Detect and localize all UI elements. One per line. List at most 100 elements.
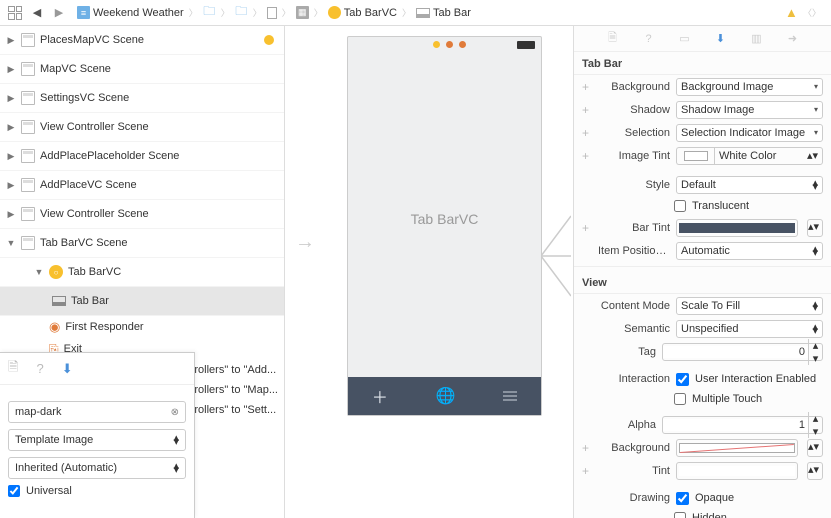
attributes-inspector-icon[interactable]: ⬇ bbox=[713, 31, 729, 47]
forward-button: ▶ bbox=[50, 4, 68, 22]
item-positioning-select[interactable]: Automatic▴▾ bbox=[676, 242, 823, 260]
prop-item-positioning: +Item Positioni...Automatic▴▾ bbox=[574, 239, 831, 262]
universal-checkbox[interactable] bbox=[8, 485, 20, 497]
translucent-row[interactable]: Translucent bbox=[574, 196, 831, 216]
quickhelp-inspector-icon[interactable]: ? bbox=[641, 31, 657, 47]
prop-selection: +SelectionSelection Indicator Image▾ bbox=[574, 121, 831, 144]
size-inspector-icon[interactable]: ▥ bbox=[749, 31, 765, 47]
selection-image-field[interactable]: Selection Indicator Image▾ bbox=[676, 124, 823, 142]
jump-vc-label: Tab BarVC bbox=[344, 7, 397, 19]
inspector-panel[interactable]: 🗎 ? ▭ ⬇ ▥ ➜ Tab Bar +BackgroundBackgroun… bbox=[574, 26, 831, 518]
style-select[interactable]: Default▴▾ bbox=[676, 176, 823, 194]
hidden-checkbox[interactable] bbox=[674, 512, 686, 518]
scene-row[interactable]: ▶PlacesMapVC Scene bbox=[0, 26, 284, 55]
section-view: View bbox=[574, 271, 831, 294]
scene-row[interactable]: ▶View Controller Scene bbox=[0, 113, 284, 142]
jump-tabbar[interactable]: Tab Bar bbox=[411, 7, 476, 19]
status-dot-icon bbox=[264, 35, 274, 45]
disclosure-icon[interactable]: ▶ bbox=[6, 35, 16, 46]
jump-tabbar-label: Tab Bar bbox=[433, 7, 471, 19]
render-as-select[interactable]: Template Image ▴▾ bbox=[8, 429, 186, 451]
connection-lines-icon bbox=[541, 211, 571, 301]
uie-checkbox[interactable] bbox=[676, 373, 689, 386]
alpha-field[interactable]: ▴▾ bbox=[662, 416, 823, 434]
disclosure-icon[interactable]: ▼ bbox=[6, 238, 16, 248]
alpha-input[interactable] bbox=[663, 419, 808, 431]
related-items-icon[interactable] bbox=[6, 4, 24, 22]
trait-value: Inherited (Automatic) bbox=[15, 462, 117, 474]
tint-stepper[interactable]: ▴▾ bbox=[807, 462, 823, 480]
background-image-field[interactable]: Background Image▾ bbox=[676, 78, 823, 96]
semantic-select[interactable]: Unspecified▴▾ bbox=[676, 320, 823, 338]
jump-bar[interactable]: ◀ ▶ ≡ Weekend Weather 〉 🗀 〉 🗀 〉 〉 ▦ 〉 Ta… bbox=[0, 0, 831, 26]
translucent-checkbox[interactable] bbox=[674, 200, 686, 212]
jump-vc[interactable]: Tab BarVC bbox=[323, 6, 402, 19]
clear-icon[interactable]: ⊗ bbox=[171, 407, 179, 418]
outline-first-responder[interactable]: ◉First Responder bbox=[0, 316, 284, 338]
content-mode-select[interactable]: Scale To Fill▴▾ bbox=[676, 297, 823, 315]
prop-view-background: +Background ▴▾ bbox=[574, 436, 831, 459]
tag-input[interactable] bbox=[663, 346, 808, 358]
status-dot-icon bbox=[459, 41, 466, 48]
view-bg-swatch[interactable] bbox=[676, 439, 798, 457]
menu-icon[interactable] bbox=[503, 391, 517, 401]
jump-project[interactable]: ≡ Weekend Weather bbox=[72, 6, 189, 19]
outline-tabbar[interactable]: Tab Bar bbox=[0, 287, 284, 316]
battery-icon bbox=[517, 41, 535, 49]
status-dot-icon bbox=[446, 41, 453, 48]
plus-icon[interactable]: ＋ bbox=[372, 384, 388, 408]
scene-row[interactable]: ▶MapVC Scene bbox=[0, 55, 284, 84]
prop-tag: +Tag▴▾ bbox=[574, 340, 831, 363]
view-bg-stepper[interactable]: ▴▾ bbox=[807, 439, 823, 457]
image-tint-select[interactable]: White Color▴▾ bbox=[714, 147, 823, 165]
tint-swatch[interactable] bbox=[676, 462, 798, 480]
jump-folder[interactable]: 🗀 bbox=[198, 6, 221, 19]
document-outline[interactable]: ▶PlacesMapVC Scene ▶MapVC Scene ▶Setting… bbox=[0, 26, 285, 518]
render-as-value: Template Image bbox=[15, 434, 93, 446]
multiple-touch-checkbox[interactable] bbox=[674, 393, 686, 405]
jump-scene[interactable]: ▦ bbox=[291, 6, 314, 19]
scene-row[interactable]: ▶SettingsVC Scene bbox=[0, 84, 284, 113]
device-tabbar[interactable]: ＋ 🌐 bbox=[348, 377, 541, 415]
jump-doc[interactable] bbox=[262, 7, 282, 19]
storyboard-canvas[interactable]: → Tab BarVC ＋ 🌐 bbox=[285, 26, 574, 518]
file-inspector-icon[interactable]: 🗎 bbox=[605, 31, 621, 47]
hidden-row[interactable]: Hidden bbox=[574, 508, 831, 518]
asset-name-field[interactable]: map-dark ⊗ bbox=[8, 401, 186, 423]
device-label: Tab BarVC bbox=[348, 211, 541, 227]
scene-row-expanded[interactable]: ▼Tab BarVC Scene bbox=[0, 229, 284, 258]
file-tab-icon[interactable]: 🗎 bbox=[8, 358, 18, 380]
inspector-tabs[interactable]: 🗎 ? ▭ ⬇ ▥ ➜ bbox=[574, 26, 831, 52]
scene-row[interactable]: ▶AddPlaceVC Scene bbox=[0, 171, 284, 200]
opaque-checkbox[interactable] bbox=[676, 492, 689, 505]
trait-select[interactable]: Inherited (Automatic) ▴▾ bbox=[8, 457, 186, 479]
multiple-touch-row[interactable]: Multiple Touch bbox=[574, 389, 831, 409]
bar-tint-stepper[interactable]: ▴▾ bbox=[807, 219, 823, 237]
asset-inspector-panel[interactable]: 🗎 ? ⬇ map-dark ⊗ Template Image ▴▾ Inher… bbox=[0, 352, 195, 518]
attributes-tab-icon[interactable]: ⬇ bbox=[62, 361, 73, 377]
connections-inspector-icon[interactable]: ➜ bbox=[785, 31, 801, 47]
device-preview[interactable]: Tab BarVC ＋ 🌐 bbox=[347, 36, 542, 416]
back-button[interactable]: ◀ bbox=[28, 4, 46, 22]
tag-field[interactable]: ▴▾ bbox=[662, 343, 823, 361]
bar-tint-swatch[interactable] bbox=[676, 219, 798, 237]
identity-inspector-icon[interactable]: ▭ bbox=[677, 31, 693, 47]
universal-label: Universal bbox=[26, 485, 72, 497]
prop-interaction: +InteractionUser Interaction Enabled bbox=[574, 369, 831, 389]
prop-alpha: +Alpha▴▾ bbox=[574, 413, 831, 436]
scene-row[interactable]: ▶View Controller Scene bbox=[0, 200, 284, 229]
outline-vc[interactable]: ▼○Tab BarVC bbox=[0, 258, 284, 287]
globe-icon[interactable]: 🌐 bbox=[436, 386, 456, 406]
shadow-image-field[interactable]: Shadow Image▾ bbox=[676, 101, 823, 119]
prop-image-tint: +Image Tint White Color▴▾ bbox=[574, 144, 831, 167]
scene-row[interactable]: ▶AddPlacePlaceholder Scene bbox=[0, 142, 284, 171]
warning-icon: ▲ bbox=[785, 6, 798, 19]
issues-indicator[interactable]: ▲ bbox=[780, 6, 803, 19]
universal-checkbox-row[interactable]: Universal bbox=[0, 479, 194, 503]
plus-icon[interactable]: + bbox=[582, 80, 592, 94]
image-tint-swatch[interactable] bbox=[676, 147, 714, 165]
jump-folder-2[interactable]: 🗀 bbox=[230, 6, 253, 19]
prop-bar-tint: +Bar Tint ▴▾ bbox=[574, 216, 831, 239]
stepper-icon[interactable]: ▴▾ bbox=[808, 339, 822, 365]
help-tab-icon[interactable]: ? bbox=[36, 361, 43, 376]
